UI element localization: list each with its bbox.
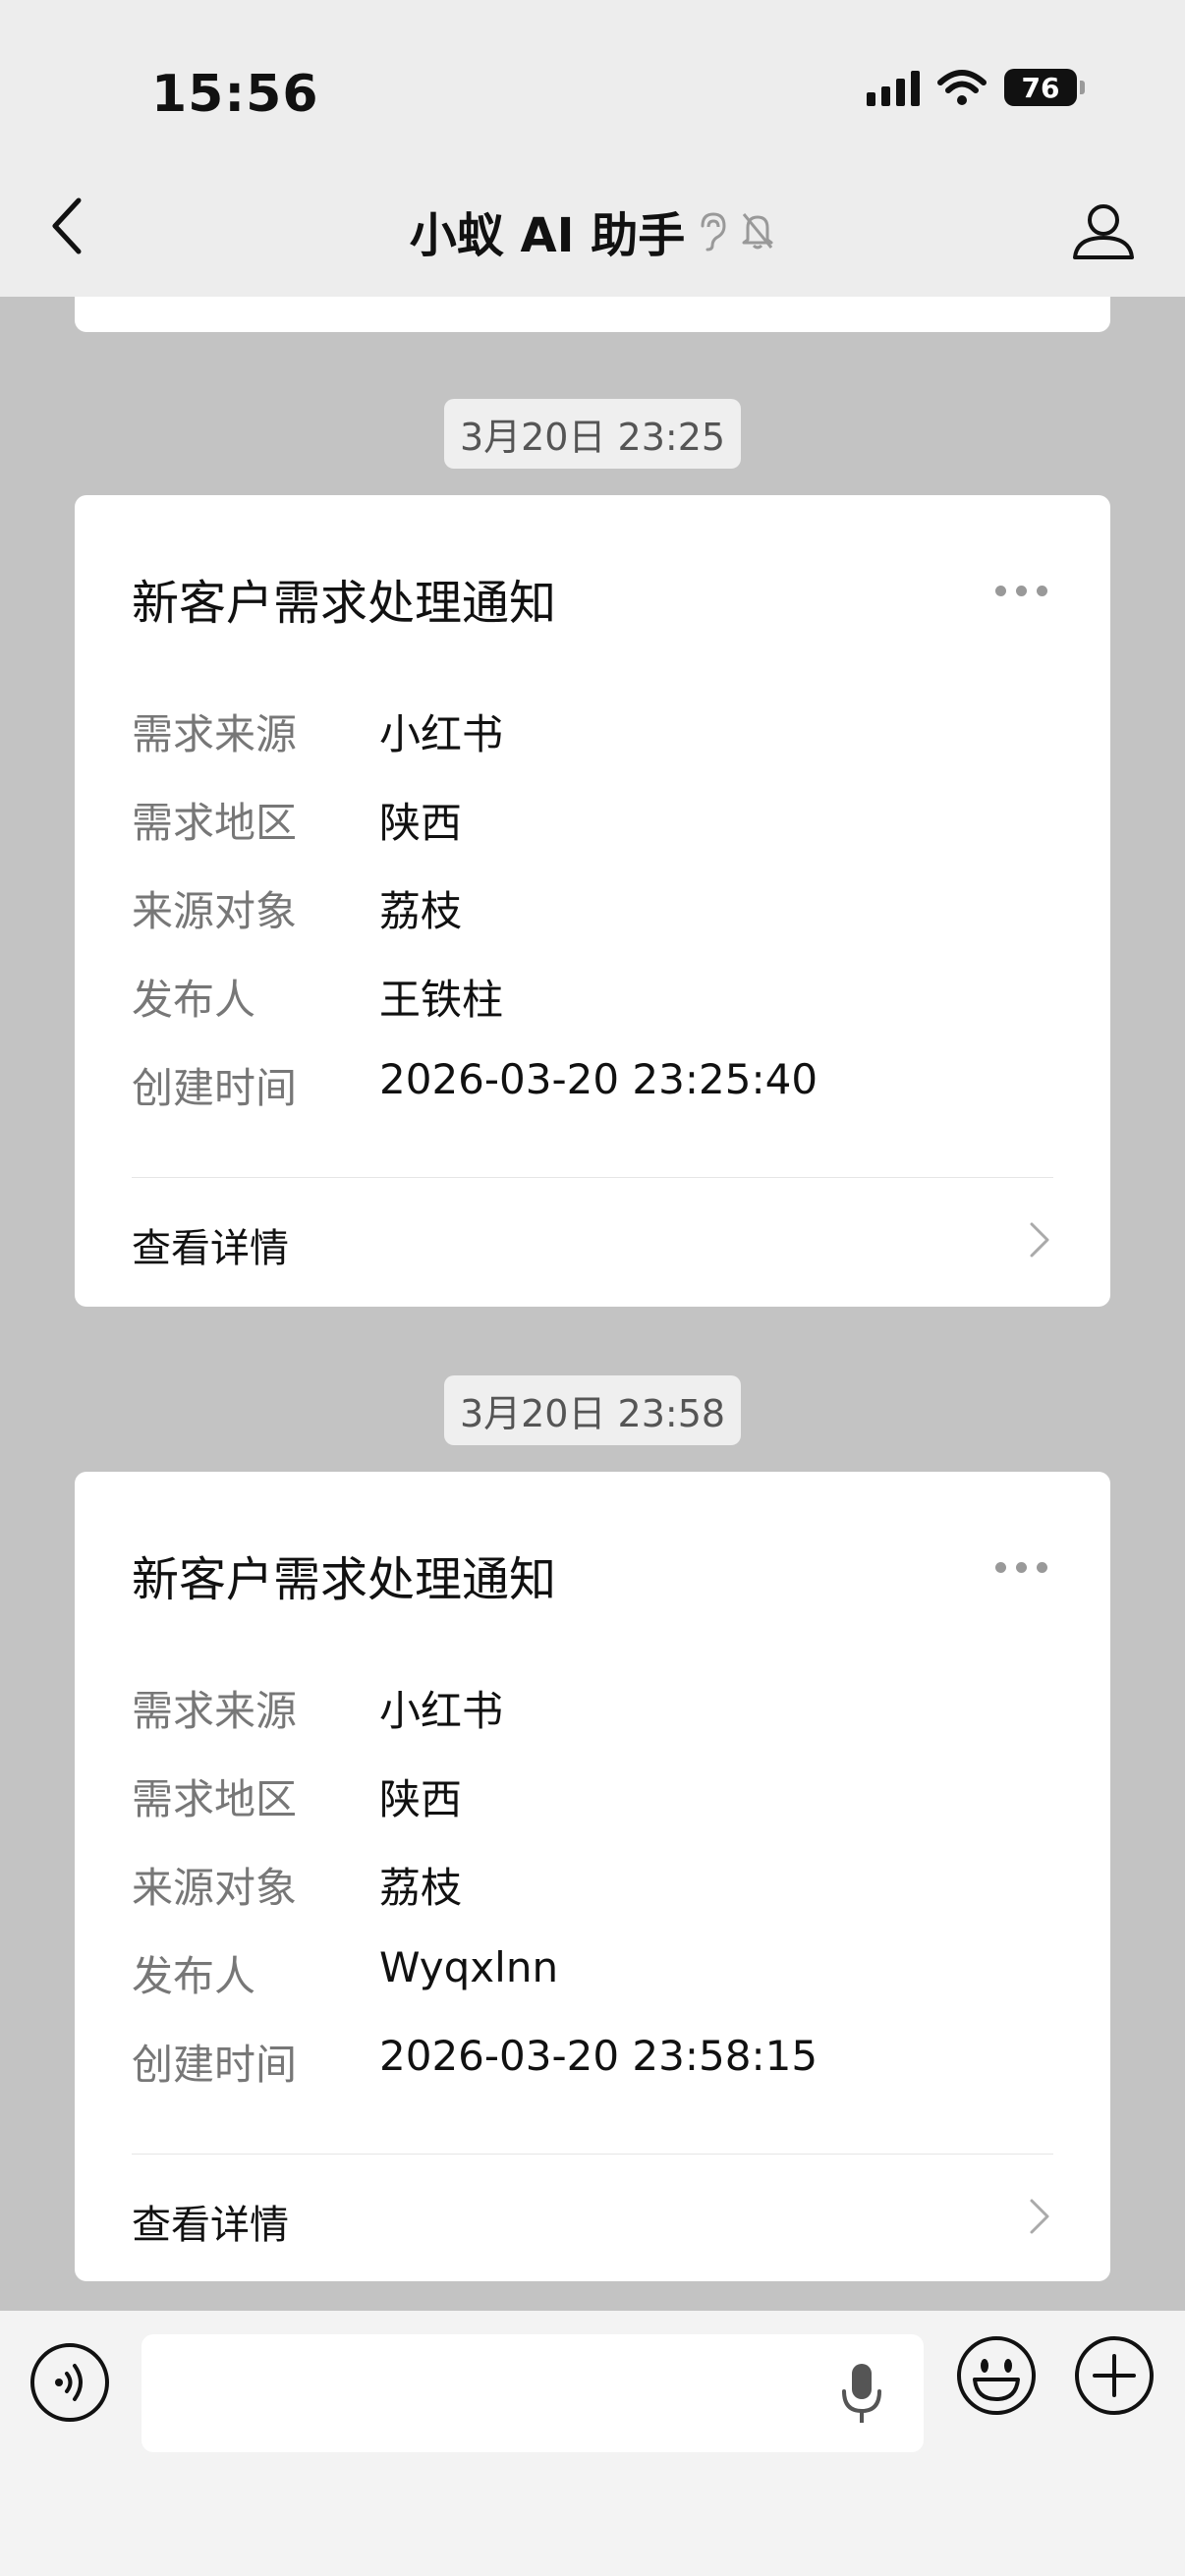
- field-publisher: 发布人 王铁柱: [132, 976, 504, 1024]
- chat-area[interactable]: 3月20日 23:25 新客户需求处理通知 需求来源 小红书 需求地区 陕西 来源对…: [0, 277, 1185, 2311]
- plus-icon[interactable]: [1073, 2334, 1156, 2417]
- battery-icon: 76: [1004, 69, 1085, 106]
- field-region: 需求地区 陕西: [132, 1775, 463, 1823]
- person-icon[interactable]: [1071, 200, 1136, 261]
- ear-icon: [701, 212, 726, 252]
- card-divider: [132, 2154, 1053, 2155]
- chevron-right-icon[interactable]: [1028, 1220, 1051, 1260]
- chat-title-text: 小蚁 AI 助手: [409, 208, 686, 263]
- input-bar: [0, 2311, 1185, 2576]
- message-timestamp: 3月20日 23:58: [0, 1375, 1185, 1445]
- top-bar: 15:56 76 小蚁 AI 助手: [0, 0, 1185, 297]
- message-timestamp: 3月20日 23:25: [0, 399, 1185, 469]
- field-source: 需求来源 小红书: [132, 1687, 504, 1735]
- card-title: 新客户需求处理通知: [132, 1552, 557, 1607]
- battery-level: 76: [1021, 71, 1060, 104]
- status-time: 15:56: [151, 65, 319, 124]
- notification-card[interactable]: 新客户需求处理通知 需求来源 小红书 需求地区 陕西 来源对象 荔枝 发布人 王铁柱 创…: [75, 495, 1110, 1307]
- status-icons: 76: [867, 69, 1085, 106]
- mic-icon[interactable]: [837, 2360, 886, 2429]
- signal-icon: [867, 69, 920, 106]
- wifi-icon: [937, 70, 987, 105]
- voice-icon[interactable]: [29, 2342, 110, 2423]
- field-target: 来源对象 荔枝: [132, 887, 463, 935]
- field-created-time: 创建时间 2026-03-20 23:25:40: [132, 1055, 818, 1112]
- field-source: 需求来源 小红书: [132, 710, 504, 758]
- field-publisher: 发布人 Wyqxlnn: [132, 1943, 559, 2000]
- field-target: 来源对象 荔枝: [132, 1864, 463, 1912]
- chat-title: 小蚁 AI 助手: [0, 196, 1185, 265]
- notification-card[interactable]: 新客户需求处理通知 需求来源 小红书 需求地区 陕西 来源对象 荔枝 发布人 Wyqxl…: [75, 1472, 1110, 2281]
- field-region: 需求地区 陕西: [132, 799, 463, 847]
- emoji-icon[interactable]: [955, 2334, 1038, 2417]
- more-dots-icon[interactable]: [995, 586, 1047, 596]
- message-input[interactable]: [141, 2334, 924, 2452]
- field-created-time: 创建时间 2026-03-20 23:58:15: [132, 2032, 818, 2089]
- card-title: 新客户需求处理通知: [132, 576, 557, 631]
- card-divider: [132, 1177, 1053, 1178]
- chevron-right-icon[interactable]: [1028, 2197, 1051, 2236]
- bell-off-icon: [742, 213, 773, 250]
- view-details-link[interactable]: 查看详情: [132, 2193, 289, 2250]
- view-details-link[interactable]: 查看详情: [132, 1216, 289, 1273]
- more-dots-icon[interactable]: [995, 1562, 1047, 1573]
